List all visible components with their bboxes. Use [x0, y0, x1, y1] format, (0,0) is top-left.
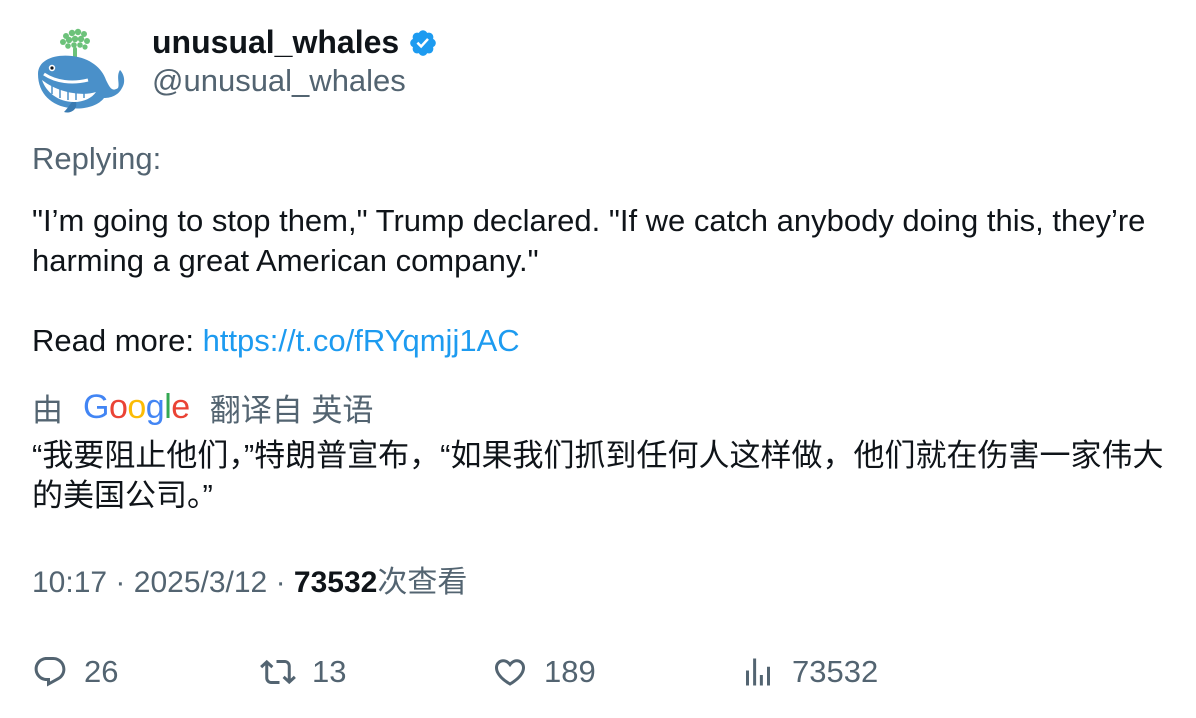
reply-icon [34, 657, 66, 687]
retweet-button[interactable]: 13 [260, 650, 346, 694]
views-action-count: 73532 [792, 654, 879, 689]
tweet-time[interactable]: 10:17 [32, 566, 107, 599]
avatar[interactable] [32, 22, 128, 118]
replying-label: Replying: [32, 141, 162, 176]
translation-suffix[interactable]: 翻译自 英语 [210, 385, 374, 430]
views-label: 次查看 [377, 566, 468, 599]
tweet-date[interactable]: 2025/3/12 [134, 566, 267, 599]
read-more-label: Read more: [32, 323, 194, 358]
tweet-meta: 10:17 · 2025/3/12 · 73532次查看 [32, 565, 467, 601]
google-logo-letter: g [145, 387, 165, 426]
tweet-link[interactable]: https://t.co/fRYqmjj1AC [203, 323, 520, 358]
views-count: 73532 [293, 566, 378, 599]
tweet-text: "I’m going to stop them," Trump declared… [32, 203, 1146, 278]
translated-tweet-text: “我要阻止他们，”特朗普宣布，“如果我们抓到任何人这样做，他们就在伤害一家伟大的… [32, 438, 1164, 513]
meta-separator: · [115, 566, 126, 599]
like-count: 189 [544, 654, 596, 689]
read-more-line: Read more: https://t.co/fRYqmjj1AC [32, 321, 520, 361]
like-button[interactable]: 189 [492, 650, 596, 694]
reply-count: 26 [84, 654, 119, 689]
author-display-name[interactable]: unusual_whales [152, 24, 438, 60]
retweet-icon [260, 659, 296, 685]
google-logo-letter: o [127, 387, 146, 426]
author-handle[interactable]: @unusual_whales [152, 63, 406, 99]
google-logo-letter: e [171, 387, 190, 426]
views-button[interactable]: 73532 [740, 650, 878, 694]
translation-prefix: 由 [32, 392, 63, 428]
display-name-text[interactable]: unusual_whales [152, 24, 399, 60]
meta-separator: · [275, 566, 286, 599]
action-bar: 26 13 189 73532 [32, 650, 1162, 694]
retweet-count: 13 [312, 654, 347, 689]
whale-avatar-icon [38, 28, 125, 113]
google-logo: Google [83, 388, 190, 427]
heart-icon [494, 659, 526, 686]
google-logo-letter: o [108, 387, 128, 426]
views-chart-icon [746, 658, 770, 686]
verified-badge-icon [410, 30, 436, 56]
reply-button[interactable]: 26 [32, 650, 118, 694]
google-logo-letter: G [83, 387, 109, 426]
translation-attribution: 由 Google 翻译自 英语 [32, 385, 373, 429]
